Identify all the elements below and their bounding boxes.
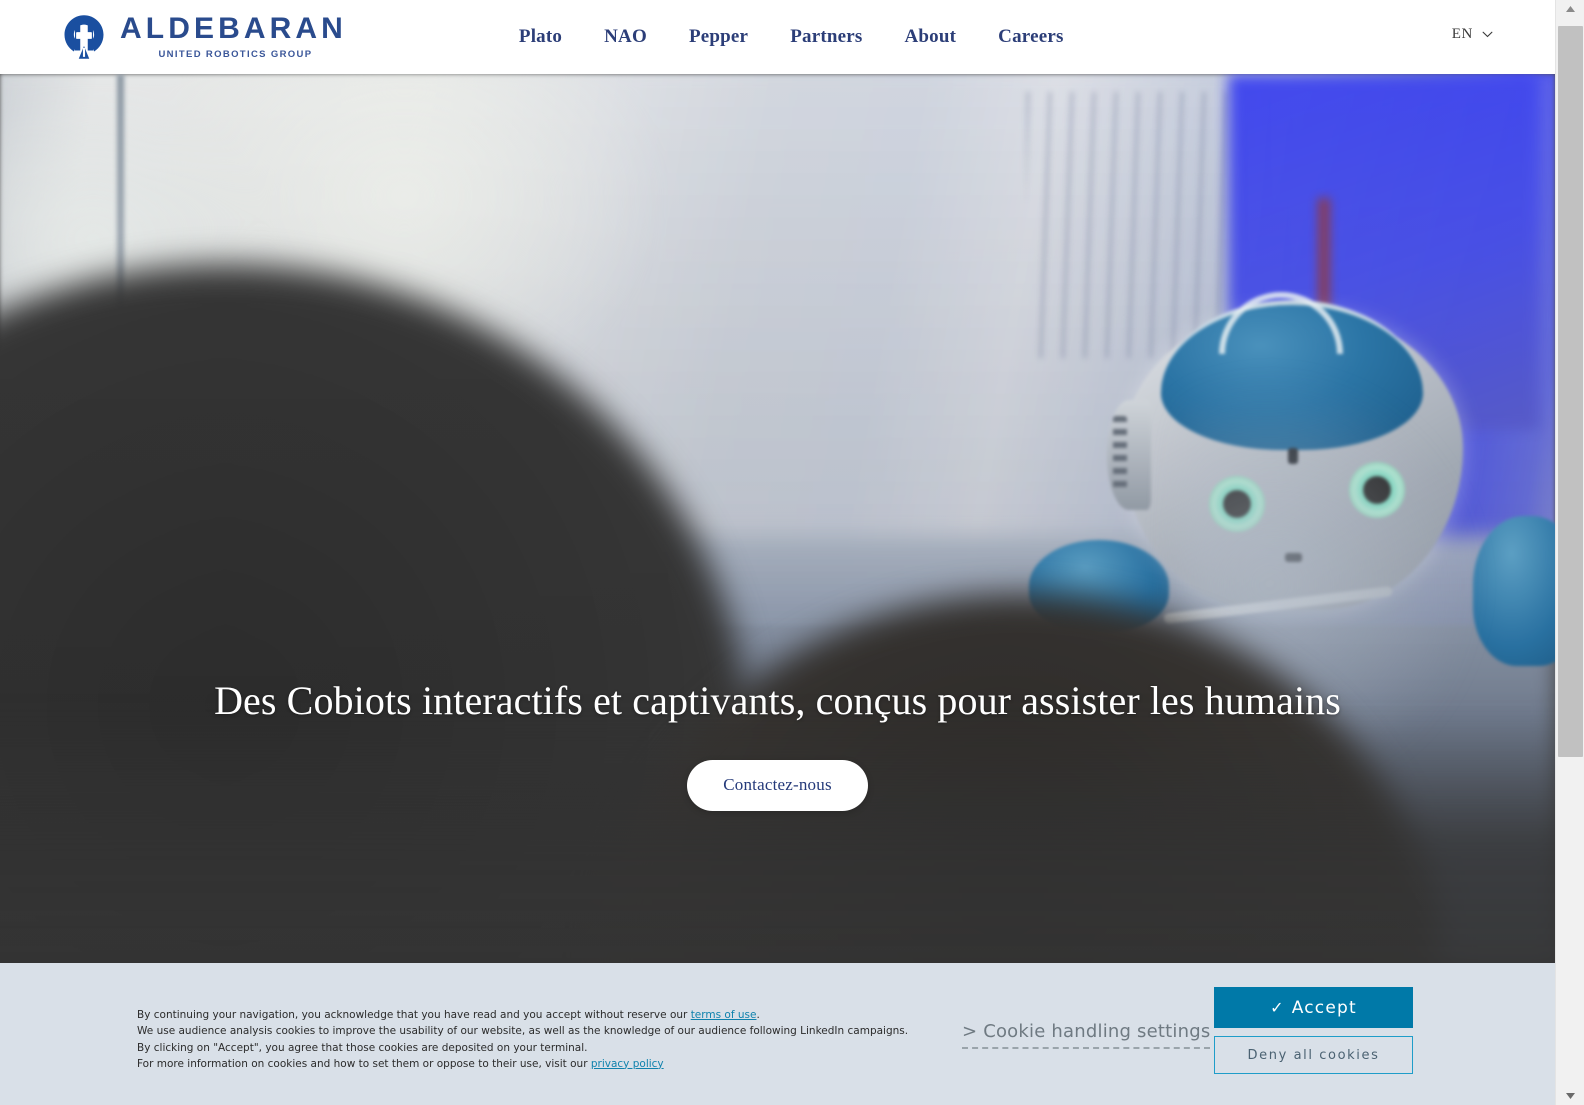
brand-tagline: UNITED ROBOTICS GROUP bbox=[158, 49, 313, 61]
check-icon: ✓ bbox=[1270, 997, 1285, 1017]
cookie-consent-banner: By continuing your navigation, you ackno… bbox=[0, 963, 1555, 1105]
cookie-line-1: By continuing your navigation, you ackno… bbox=[137, 1007, 897, 1023]
deny-all-cookies-button[interactable]: Deny all cookies bbox=[1214, 1036, 1413, 1074]
brand-name: ALDEBARAN bbox=[120, 12, 347, 46]
nav-item-about[interactable]: About bbox=[904, 26, 956, 48]
nav-item-plato[interactable]: Plato bbox=[519, 26, 562, 48]
main-navigation: Plato NAO Pepper Partners About Careers bbox=[519, 26, 1064, 48]
site-header: ALDEBARAN UNITED ROBOTICS GROUP Plato NA… bbox=[0, 0, 1555, 74]
cookie-line-4-a: For more information on cookies and how … bbox=[137, 1057, 591, 1070]
contact-us-button[interactable]: Contactez-nous bbox=[687, 760, 868, 811]
nav-item-careers[interactable]: Careers bbox=[998, 26, 1063, 48]
cookie-banner-actions: ✓ Accept Deny all cookies bbox=[1214, 987, 1413, 1074]
scroll-up-arrow-icon[interactable] bbox=[1556, 0, 1584, 18]
cookie-line-4: For more information on cookies and how … bbox=[137, 1056, 897, 1072]
cookie-line-2: We use audience analysis cookies to impr… bbox=[137, 1025, 909, 1038]
nav-item-nao[interactable]: NAO bbox=[604, 26, 647, 48]
browser-viewport: ALDEBARAN UNITED ROBOTICS GROUP Plato NA… bbox=[0, 0, 1584, 1105]
cookie-banner-text: By continuing your navigation, you ackno… bbox=[137, 1007, 909, 1072]
cookie-handling-settings-link[interactable]: > Cookie handling settings bbox=[962, 1021, 1211, 1049]
hero-section: Des Cobiots interactifs et captivants, c… bbox=[0, 74, 1555, 963]
terms-of-use-link[interactable]: terms of use bbox=[691, 1009, 757, 1021]
hero-content: Des Cobiots interactifs et captivants, c… bbox=[0, 676, 1555, 811]
chevron-down-icon bbox=[1482, 31, 1493, 38]
scroll-down-arrow-icon[interactable] bbox=[1556, 1087, 1584, 1105]
language-switcher[interactable]: EN bbox=[1452, 26, 1493, 43]
browser-scrollbar[interactable] bbox=[1555, 0, 1584, 1105]
nav-item-pepper[interactable]: Pepper bbox=[689, 26, 748, 48]
hero-overlay-scrim bbox=[0, 74, 1555, 963]
scrollbar-thumb[interactable] bbox=[1558, 26, 1583, 757]
cookie-line-3: By clicking on "Accept", you agree that … bbox=[137, 1041, 588, 1054]
page-root: ALDEBARAN UNITED ROBOTICS GROUP Plato NA… bbox=[0, 0, 1555, 1105]
cookie-line-1-b: . bbox=[756, 1009, 760, 1021]
nav-item-partners[interactable]: Partners bbox=[790, 26, 862, 48]
accept-cookies-label: Accept bbox=[1291, 997, 1357, 1018]
hero-title: Des Cobiots interactifs et captivants, c… bbox=[214, 678, 1341, 723]
cookie-line-1-a: By continuing your navigation, you ackno… bbox=[137, 1009, 691, 1021]
language-code: EN bbox=[1451, 26, 1473, 42]
accept-cookies-button[interactable]: ✓ Accept bbox=[1214, 987, 1413, 1028]
brand-wordmark: ALDEBARAN UNITED ROBOTICS GROUP bbox=[120, 14, 347, 60]
aldebaran-logo-icon bbox=[64, 15, 104, 59]
privacy-policy-link[interactable]: privacy policy bbox=[591, 1058, 664, 1070]
brand-logo-link[interactable]: ALDEBARAN UNITED ROBOTICS GROUP bbox=[60, 13, 347, 61]
